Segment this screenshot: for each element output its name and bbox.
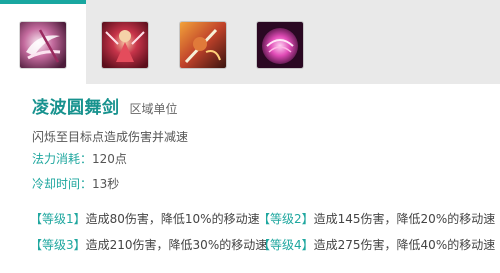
cooldown-label: 冷却时间： (32, 177, 93, 191)
level-tag: 【等级4】 (258, 238, 314, 252)
tab-skill-1[interactable] (0, 4, 86, 84)
mana-cost-label: 法力消耗： (32, 152, 93, 166)
skill-title-row: 凌波圆舞剑 区域单位 (32, 93, 178, 118)
mana-cost: 法力消耗：120点 (32, 150, 127, 167)
level-effect: 造成80伤害，降低10%的移动速 (85, 212, 260, 226)
level-tag: 【等级1】 (30, 212, 86, 226)
swirl-sword-skill-icon (20, 22, 66, 68)
sword-slash-skill-icon (180, 22, 226, 68)
tab-skill-2[interactable] (86, 4, 172, 84)
red-warrior-skill-icon (102, 22, 148, 68)
level-tag: 【等级3】 (30, 238, 86, 252)
level-entry-4: 【等级4】造成275伤害，降低40%的移动速 (258, 236, 495, 253)
level-entry-3: 【等级3】造成210伤害，降低30%的移动速 (30, 236, 267, 253)
tab-skill-3[interactable] (164, 4, 250, 84)
skill-name: 凌波圆舞剑 (32, 98, 120, 118)
cooldown: 冷却时间：13秒 (32, 175, 119, 192)
level-entry-1: 【等级1】造成80伤害，降低10%的移动速 (30, 210, 260, 227)
level-tag: 【等级2】 (258, 212, 314, 226)
skill-tab-bar (0, 0, 500, 84)
level-effect: 造成275伤害，降低40%的移动速 (313, 238, 496, 252)
level-entry-2: 【等级2】造成145伤害，降低20%的移动速 (258, 210, 495, 227)
pink-orb-skill-icon (257, 22, 303, 68)
skill-target-type: 区域单位 (129, 102, 178, 116)
level-effect: 造成210伤害，降低30%的移动速 (85, 238, 268, 252)
skill-description: 闪烁至目标点造成伤害并减速 (32, 130, 189, 144)
tab-skill-4[interactable] (244, 4, 330, 84)
cooldown-value: 13秒 (92, 177, 120, 191)
level-effect: 造成145伤害，降低20%的移动速 (313, 212, 496, 226)
mana-cost-value: 120点 (92, 152, 127, 166)
